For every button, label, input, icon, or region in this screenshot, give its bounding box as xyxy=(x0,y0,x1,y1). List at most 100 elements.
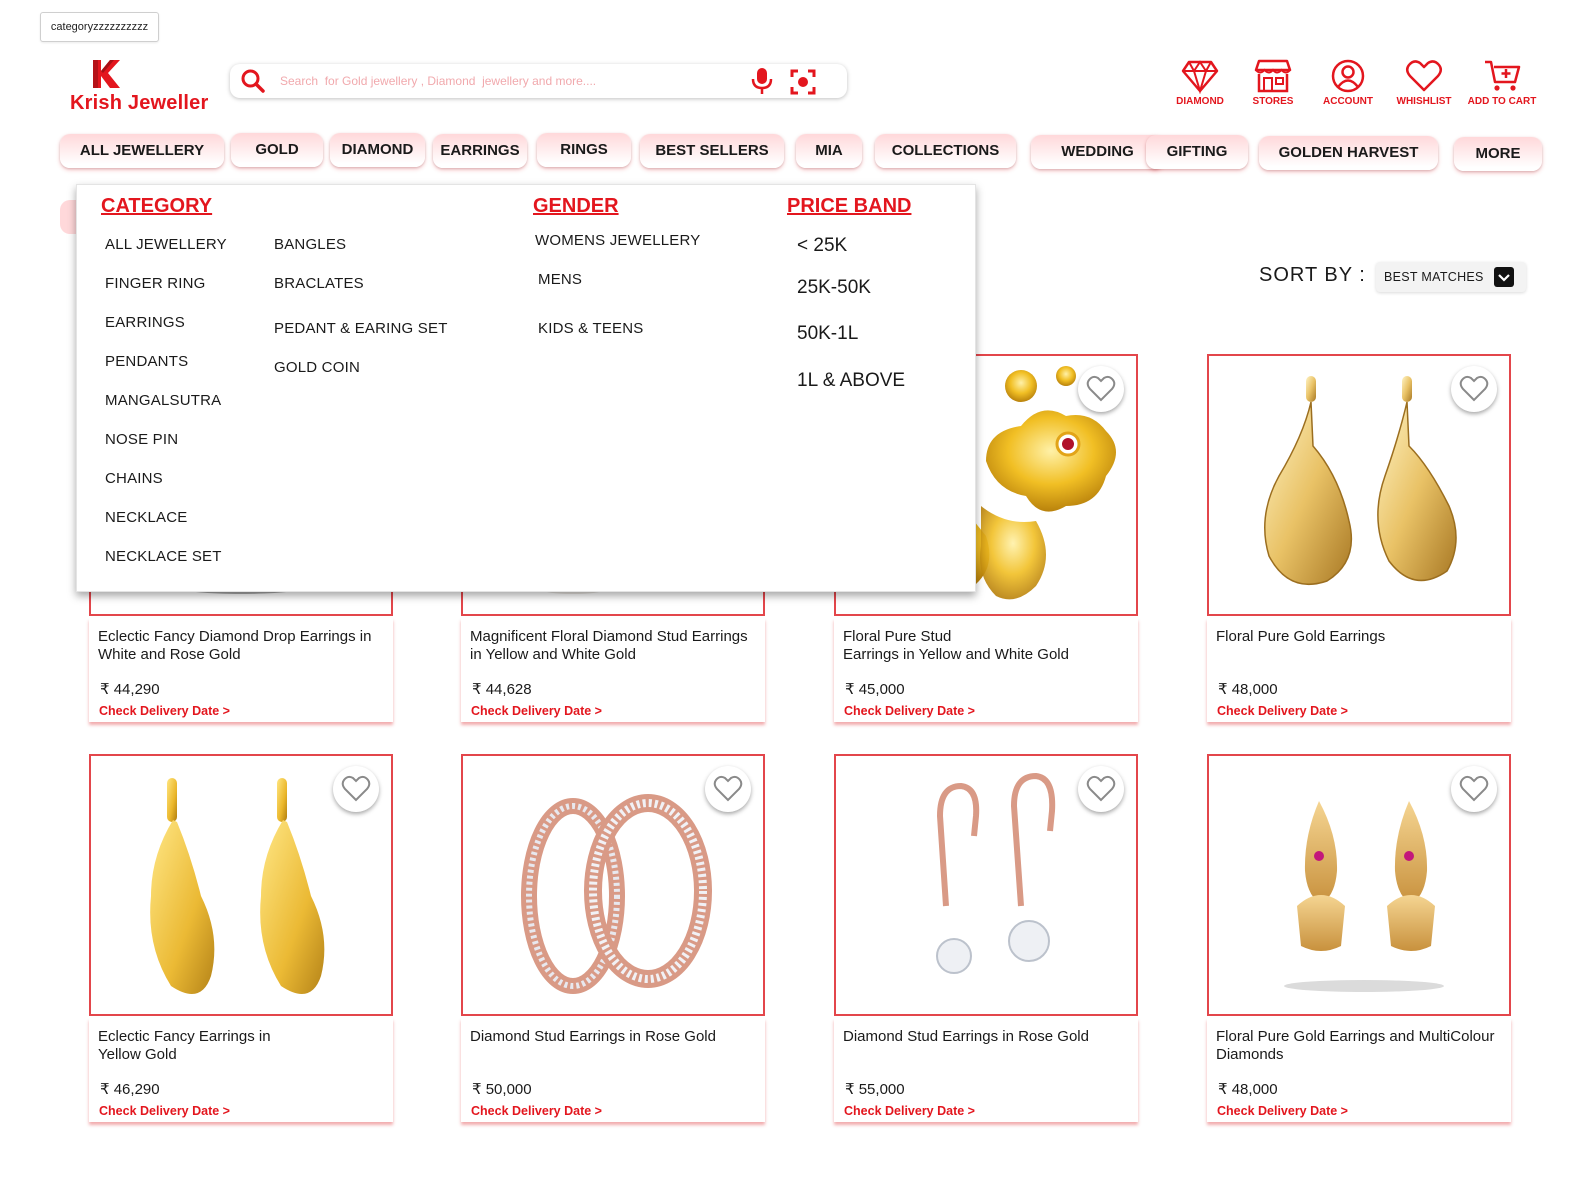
heart-outline-icon xyxy=(341,775,371,802)
product-price: ₹ 46,290 xyxy=(100,1081,160,1098)
logo-k-icon xyxy=(93,60,120,88)
product-title: Diamond Stud Earrings in Rose Gold xyxy=(843,1028,1089,1045)
product-card[interactable]: Diamond Stud Earrings in Rose Gold ₹ 55,… xyxy=(834,754,1138,1122)
heart-outline-icon xyxy=(1086,775,1116,802)
product-card[interactable]: Eclectic Fancy Earrings in Yellow Gold ₹… xyxy=(89,754,393,1122)
heart-outline-icon xyxy=(713,775,743,802)
check-delivery-link[interactable]: Check Delivery Date > xyxy=(99,1104,230,1118)
product-title: Floral Pure Stud Earrings in Yellow and … xyxy=(843,628,1069,663)
menu-item-all-jewellery[interactable]: ALL JEWELLERY xyxy=(105,236,227,253)
wishlist-toggle[interactable] xyxy=(1451,766,1497,812)
product-title: Floral Pure Gold Earrings xyxy=(1216,628,1386,645)
search-icon[interactable] xyxy=(240,68,266,94)
wishlist-toggle[interactable] xyxy=(333,766,379,812)
wishlist-toggle[interactable] xyxy=(1078,366,1124,412)
menu-item-necklace[interactable]: NECKLACE xyxy=(105,509,187,526)
product-title: Eclectic Fancy Diamond Drop Earrings in … xyxy=(98,628,372,663)
menu-item-bangles[interactable]: BANGLES xyxy=(274,236,346,253)
product-card[interactable]: Diamond Stud Earrings in Rose Gold ₹ 50,… xyxy=(461,754,765,1122)
menu-item-necklace-set[interactable]: NECKLACE SET xyxy=(105,548,222,565)
account-label: ACCOUNT xyxy=(1323,96,1373,107)
product-image[interactable] xyxy=(834,754,1138,1016)
nav-rings[interactable]: RINGS xyxy=(537,133,631,167)
nav-best-sellers[interactable]: BEST SELLERS xyxy=(640,134,784,168)
menu-item-kids-teens[interactable]: KIDS & TEENS xyxy=(538,320,644,337)
menu-item-pendants[interactable]: PENDANTS xyxy=(105,353,188,370)
nav-collections[interactable]: COLLECTIONS xyxy=(875,134,1016,168)
menu-item-gold-coin[interactable]: GOLD COIN xyxy=(274,359,360,376)
product-card[interactable]: Floral Pure Gold Earrings and MultiColou… xyxy=(1207,754,1511,1122)
check-delivery-link[interactable]: Check Delivery Date > xyxy=(844,704,975,718)
heart-icon xyxy=(1406,60,1442,92)
wishlist-toggle[interactable] xyxy=(1451,366,1497,412)
menu-item-mens[interactable]: MENS xyxy=(538,271,582,288)
product-info: Floral Pure Gold Earrings ₹ 48,000 Check… xyxy=(1207,618,1511,722)
camera-scan-icon[interactable] xyxy=(790,69,816,95)
price-50k-1l[interactable]: 50K-1L xyxy=(797,323,858,345)
menu-item-earrings[interactable]: EARRINGS xyxy=(105,314,185,331)
check-delivery-link[interactable]: Check Delivery Date > xyxy=(471,1104,602,1118)
product-price: ₹ 50,000 xyxy=(472,1081,532,1098)
product-card[interactable]: Floral Pure Gold Earrings ₹ 48,000 Check… xyxy=(1207,354,1511,722)
product-info: Diamond Stud Earrings in Rose Gold ₹ 55,… xyxy=(834,1018,1138,1122)
nav-all-jewellery[interactable]: ALL JEWELLERY xyxy=(60,134,224,168)
wishlist-toggle[interactable] xyxy=(1078,766,1124,812)
menu-item-chains[interactable]: CHAINS xyxy=(105,470,163,487)
product-title: Eclectic Fancy Earrings in Yellow Gold xyxy=(98,1028,271,1063)
account-icon xyxy=(1331,59,1365,93)
brand-name: Krish Jeweller xyxy=(70,92,209,114)
price-1l-above[interactable]: 1L & ABOVE xyxy=(797,370,905,392)
nav-diamond[interactable]: DIAMOND xyxy=(330,133,425,167)
heart-outline-icon xyxy=(1086,375,1116,402)
product-price: ₹ 44,628 xyxy=(472,681,532,698)
diamond-label: DIAMOND xyxy=(1176,96,1224,107)
wishlist-toggle[interactable] xyxy=(705,766,751,812)
check-delivery-link[interactable]: Check Delivery Date > xyxy=(844,1104,975,1118)
nav-gifting[interactable]: GIFTING xyxy=(1146,135,1248,169)
diamond-link[interactable]: DIAMOND xyxy=(1160,58,1240,112)
price-under-25k[interactable]: < 25K xyxy=(797,235,847,257)
product-image[interactable] xyxy=(461,754,765,1016)
product-info: Eclectic Fancy Earrings in Yellow Gold ₹… xyxy=(89,1018,393,1122)
nav-golden-harvest[interactable]: GOLDEN HARVEST xyxy=(1259,136,1438,170)
heart-outline-icon xyxy=(1459,375,1489,402)
product-image[interactable] xyxy=(89,754,393,1016)
sort-dropdown[interactable]: BEST MATCHES xyxy=(1376,262,1526,292)
check-delivery-link[interactable]: Check Delivery Date > xyxy=(1217,704,1348,718)
search-input[interactable] xyxy=(280,70,740,92)
brand-logo[interactable]: Krish Jeweller xyxy=(70,58,220,114)
cart-link[interactable]: ADD TO CART xyxy=(1462,58,1542,112)
price-band-heading: PRICE BAND xyxy=(787,195,912,217)
stores-link[interactable]: STORES xyxy=(1233,58,1313,112)
check-delivery-link[interactable]: Check Delivery Date > xyxy=(99,704,230,718)
nav-wedding[interactable]: WEDDING xyxy=(1031,135,1164,169)
product-info: Magnificent Floral Diamond Stud Earrings… xyxy=(461,618,765,722)
nav-gold[interactable]: GOLD xyxy=(231,133,323,167)
wishlist-link[interactable]: WHISHLIST xyxy=(1384,58,1464,112)
menu-item-finger-ring[interactable]: FINGER RING xyxy=(105,275,206,292)
nav-earrings[interactable]: EARRINGS xyxy=(433,134,527,168)
sort-selected-value: BEST MATCHES xyxy=(1384,270,1484,284)
gender-heading: GENDER xyxy=(533,195,619,217)
price-25k-50k[interactable]: 25K-50K xyxy=(797,277,871,299)
check-delivery-link[interactable]: Check Delivery Date > xyxy=(1217,1104,1348,1118)
nav-mia[interactable]: MIA xyxy=(796,134,862,168)
nav-more[interactable]: MORE xyxy=(1454,137,1542,171)
menu-item-nose-pin[interactable]: NOSE PIN xyxy=(105,431,178,448)
menu-item-mangalsutra[interactable]: MANGALSUTRA xyxy=(105,392,221,409)
wishlist-label: WHISHLIST xyxy=(1396,96,1452,107)
microphone-icon[interactable] xyxy=(750,67,774,95)
category-mega-menu: CATEGORY ALL JEWELLERY FINGER RING EARRI… xyxy=(76,184,976,592)
cart-label: ADD TO CART xyxy=(1467,96,1537,107)
product-image[interactable] xyxy=(1207,754,1511,1016)
search-bar[interactable] xyxy=(230,64,847,98)
menu-item-pendant-earring-set[interactable]: PEDANT & EARING SET xyxy=(274,320,448,337)
product-price: ₹ 55,000 xyxy=(845,1081,905,1098)
check-delivery-link[interactable]: Check Delivery Date > xyxy=(471,704,602,718)
menu-item-womens[interactable]: WOMENS JEWELLERY xyxy=(535,232,700,249)
product-price: ₹ 48,000 xyxy=(1218,681,1278,698)
account-link[interactable]: ACCOUNT xyxy=(1308,58,1388,112)
menu-item-braclates[interactable]: BRACLATES xyxy=(274,275,364,292)
product-price: ₹ 48,000 xyxy=(1218,1081,1278,1098)
product-image[interactable] xyxy=(1207,354,1511,616)
